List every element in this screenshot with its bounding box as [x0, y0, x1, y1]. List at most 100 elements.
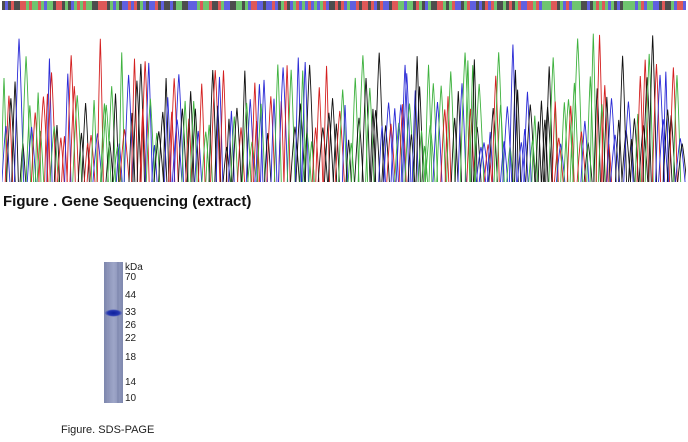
base-call-mark [167, 1, 170, 10]
base-call-mark [50, 1, 53, 10]
base-call-mark [422, 1, 425, 10]
base-call-mark [74, 1, 77, 10]
base-call-mark [536, 1, 539, 10]
sds-page-gel-lane [104, 262, 123, 403]
base-call-mark [278, 1, 281, 10]
base-call-mark [638, 1, 641, 10]
base-call-mark [65, 1, 68, 10]
base-call-mark [644, 1, 647, 10]
base-call-mark [365, 1, 368, 10]
base-call-mark [218, 1, 221, 10]
base-call-mark [446, 1, 449, 10]
base-call-mark [239, 1, 242, 10]
base-call-mark [215, 1, 218, 10]
base-call-mark [584, 1, 587, 10]
base-call-mark [614, 1, 617, 10]
base-call-mark [506, 1, 509, 10]
base-call-mark [146, 1, 149, 10]
base-call-mark [143, 1, 146, 10]
base-call-mark [29, 1, 32, 10]
base-call-mark [449, 1, 452, 10]
trace-peak [66, 55, 76, 182]
base-call-mark [572, 1, 575, 10]
base-call-mark [437, 1, 440, 10]
base-call-mark [551, 1, 554, 10]
base-call-mark [170, 1, 173, 10]
base-call-mark [617, 1, 620, 10]
base-call-mark [131, 1, 134, 10]
trace-peak [618, 55, 627, 182]
base-call-mark [524, 1, 527, 10]
base-call-mark [587, 1, 590, 10]
base-call-mark [203, 1, 206, 10]
base-call-mark [185, 1, 188, 10]
base-call-mark [200, 1, 203, 10]
base-call-mark [353, 1, 356, 10]
base-call-mark [641, 1, 644, 10]
protein-band [105, 309, 122, 317]
base-call-mark [596, 1, 599, 10]
base-call-mark [569, 1, 572, 10]
base-call-mark [374, 1, 377, 10]
base-call-mark [452, 1, 455, 10]
base-call-mark [59, 1, 62, 10]
base-call-mark [419, 1, 422, 10]
base-call-mark [236, 1, 239, 10]
base-call-mark [101, 1, 104, 10]
base-call-mark [545, 1, 548, 10]
base-call-mark [377, 1, 380, 10]
base-call-mark [674, 1, 677, 10]
base-call-mark [95, 1, 98, 10]
base-call-mark [485, 1, 488, 10]
base-call-mark [221, 1, 224, 10]
base-call-mark [212, 1, 215, 10]
base-call-mark [599, 1, 602, 10]
marker-label: 44 [125, 290, 137, 301]
base-call-mark [608, 1, 611, 10]
base-call-mark [254, 1, 257, 10]
base-call-mark [413, 1, 416, 10]
base-call-mark [467, 1, 470, 10]
marker-label: 18 [125, 352, 137, 363]
base-call-mark [104, 1, 107, 10]
base-call-mark [383, 1, 386, 10]
base-call-mark [398, 1, 401, 10]
base-call-mark [179, 1, 182, 10]
base-call-mark [305, 1, 308, 10]
base-call-mark [455, 1, 458, 10]
base-call-mark [56, 1, 59, 10]
base-call-mark [161, 1, 164, 10]
marker-label: 10 [125, 393, 137, 404]
marker-label: 22 [125, 333, 137, 344]
base-call-mark [260, 1, 263, 10]
trace-peak [219, 70, 228, 182]
base-call-mark [62, 1, 65, 10]
base-call-mark [683, 1, 686, 10]
base-call-mark [140, 1, 143, 10]
base-call-mark [566, 1, 569, 10]
base-call-mark [164, 1, 167, 10]
base-call-mark [335, 1, 338, 10]
base-call-mark [626, 1, 629, 10]
base-call-mark [113, 1, 116, 10]
base-call-mark [338, 1, 341, 10]
base-call-mark [440, 1, 443, 10]
base-call-mark [554, 1, 557, 10]
base-call-mark [299, 1, 302, 10]
base-call-mark [80, 1, 83, 10]
base-call-mark [458, 1, 461, 10]
base-call-mark [38, 1, 41, 10]
base-call-mark [47, 1, 50, 10]
base-call-mark [476, 1, 479, 10]
base-call-mark [473, 1, 476, 10]
base-call-mark [533, 1, 536, 10]
base-call-mark [635, 1, 638, 10]
base-call-mark [71, 1, 74, 10]
base-call-mark [518, 1, 521, 10]
marker-label: 33 [125, 307, 137, 318]
marker-label: 70 [125, 272, 137, 283]
base-call-mark [332, 1, 335, 10]
base-call-mark [623, 1, 626, 10]
base-call-mark [482, 1, 485, 10]
base-call-mark [155, 1, 158, 10]
